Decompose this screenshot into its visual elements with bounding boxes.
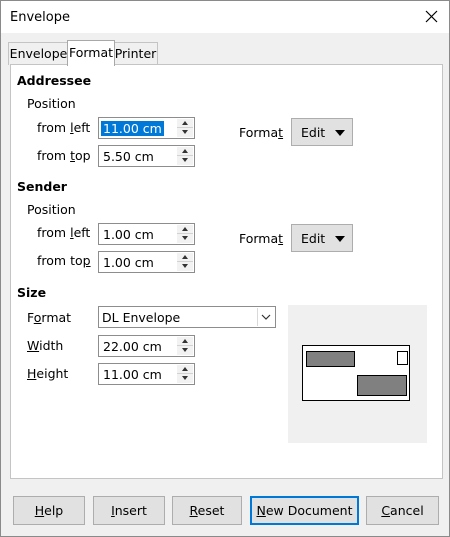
addressee-edit-button[interactable]: Edit [291, 118, 353, 146]
sender-heading: Sender [17, 179, 67, 194]
addressee-from-top-spinner[interactable]: 5.50 cm [98, 145, 195, 167]
addressee-from-left-spinner[interactable]: 11.00 cm [98, 117, 195, 139]
addressee-heading: Addressee [17, 73, 92, 88]
size-height-value[interactable]: 11.00 cm [101, 367, 164, 382]
caret-down-icon [335, 236, 345, 242]
new-document-button[interactable]: New Document [250, 496, 359, 525]
size-format-select[interactable]: DL Envelope [98, 306, 276, 328]
cancel-button[interactable]: Cancel [366, 496, 439, 525]
envelope-dialog: Envelope Envelope Format Printer Address… [0, 0, 450, 537]
chevron-up-icon[interactable] [177, 253, 193, 262]
sender-from-left-value[interactable]: 1.00 cm [101, 227, 156, 242]
size-width-label: Width [27, 338, 64, 353]
close-icon [425, 10, 437, 23]
chevron-down-icon[interactable] [177, 374, 193, 383]
chevron-down-icon[interactable] [177, 346, 193, 355]
sender-edit-button[interactable]: Edit [291, 224, 353, 252]
help-button[interactable]: Help [13, 496, 85, 525]
sender-from-left-label: from left [37, 225, 91, 240]
size-width-value[interactable]: 22.00 cm [101, 339, 164, 354]
sender-from-top-value[interactable]: 1.00 cm [101, 255, 156, 270]
tab-envelope-label: Envelope [9, 46, 68, 61]
sender-position-label: Position [27, 202, 76, 217]
chevron-up-icon[interactable] [177, 337, 193, 346]
tab-format[interactable]: Format [67, 40, 115, 66]
chevron-up-icon[interactable] [177, 225, 193, 234]
dropdown-button[interactable] [257, 308, 274, 326]
chevron-down-icon[interactable] [177, 156, 193, 165]
window-title: Envelope [10, 10, 70, 25]
spin-buttons [177, 119, 193, 137]
size-width-spinner[interactable]: 22.00 cm [98, 335, 195, 357]
chevron-up-icon[interactable] [177, 147, 193, 156]
chevron-down-icon[interactable] [177, 128, 193, 137]
spin-buttons [177, 365, 193, 383]
addressee-format-label: Format [239, 125, 284, 140]
size-format-label: Format [27, 310, 72, 325]
chevron-down-icon[interactable] [177, 262, 193, 271]
insert-button[interactable]: Insert [93, 496, 165, 525]
spin-buttons [177, 337, 193, 355]
size-heading: Size [17, 285, 47, 300]
addressee-from-left-value[interactable]: 11.00 cm [101, 121, 164, 136]
sender-format-label: Format [239, 231, 284, 246]
tab-printer[interactable]: Printer [113, 42, 158, 65]
addressee-edit-label: Edit [301, 125, 326, 140]
chevron-down-icon [261, 314, 271, 320]
addressee-from-top-value[interactable]: 5.50 cm [101, 149, 156, 164]
title-bar: Envelope [1, 1, 449, 33]
spin-buttons [177, 253, 193, 271]
sender-from-top-label: from top [37, 253, 91, 268]
sender-edit-label: Edit [301, 231, 326, 246]
reset-button[interactable]: Reset [172, 496, 242, 525]
tab-format-label: Format [68, 45, 114, 60]
spin-buttons [177, 225, 193, 243]
chevron-up-icon[interactable] [177, 119, 193, 128]
addressee-position-label: Position [27, 96, 76, 111]
size-format-value: DL Envelope [102, 310, 181, 325]
tab-printer-label: Printer [114, 46, 157, 61]
tab-envelope[interactable]: Envelope [8, 42, 69, 65]
chevron-up-icon[interactable] [177, 365, 193, 374]
addressee-from-top-label: from top [37, 148, 91, 163]
close-button[interactable] [417, 3, 445, 31]
preview-addressee-block [357, 375, 407, 396]
preview-stamp [397, 351, 408, 365]
chevron-down-icon[interactable] [177, 234, 193, 243]
size-height-spinner[interactable]: 11.00 cm [98, 363, 195, 385]
addressee-from-left-label: from left [37, 120, 91, 135]
spin-buttons [177, 147, 193, 165]
preview-sender-block [306, 351, 355, 367]
sender-from-left-spinner[interactable]: 1.00 cm [98, 223, 195, 245]
caret-down-icon [335, 130, 345, 136]
size-height-label: Height [27, 366, 69, 381]
sender-from-top-spinner[interactable]: 1.00 cm [98, 251, 195, 273]
